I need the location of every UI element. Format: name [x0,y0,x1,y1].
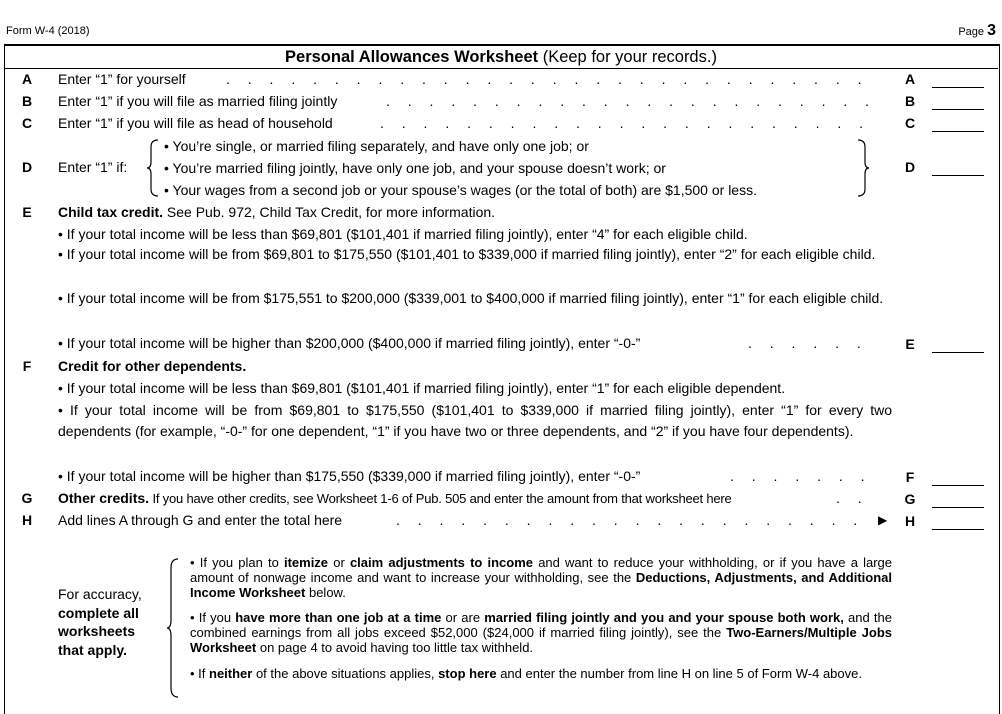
leader-dots: . . . . . . . . . [748,335,878,351]
leader-dots: . . . . . . . . . . . . . . . . . . . . … [226,71,876,87]
line-f-entry[interactable] [932,471,984,486]
line-b-letter: B [21,93,33,109]
line-g-text: If you have other credits, see Worksheet… [149,491,732,506]
line-d-option-3: • Your wages from a second job or your s… [164,182,757,198]
line-c-letter: C [21,115,33,131]
accuracy-bullet-1: • If you plan to itemize or claim adjust… [190,555,893,600]
line-d-option-1: • You’re single, or married filing separ… [164,138,589,154]
line-a-entry[interactable] [932,73,984,88]
line-f-bullet-2: • If your total income will be from $69,… [58,402,892,439]
line-d-option-2: • You’re married filing jointly, have on… [164,160,666,176]
accuracy-label-line-1: For accuracy, [58,586,142,602]
arrow-icon: ▶ [878,513,888,527]
worksheet-title-note: (Keep for your records.) [538,48,717,66]
line-e-bullet-1: • If your total income will be less than… [58,226,748,242]
leader-dots: . . . . . . . . . . . . . . . . . . . . … [380,115,876,131]
line-f-heading: Credit for other dependents. [58,358,247,374]
line-a-text: Enter “1” for yourself [58,71,186,87]
line-g-letter: G [21,490,33,506]
accuracy-label-line-2: complete all [58,604,139,621]
line-e-heading-row: Child tax credit. See Pub. 972, Child Ta… [58,202,495,222]
accuracy-bullet-2: • If you have more than one job at a tim… [190,610,892,655]
accuracy-brace-icon [166,558,179,698]
line-b-text: Enter “1” if you will file as married fi… [58,93,338,109]
line-e-intro: See Pub. 972, Child Tax Credit, for more… [163,204,496,220]
line-c-entry[interactable] [932,117,984,132]
line-d-text: Enter “1” if: [58,159,128,175]
line-g-box-letter: G [904,491,916,507]
line-b-entry[interactable] [932,95,984,110]
line-f-letter: F [22,358,32,374]
line-d-letter: D [21,159,33,175]
line-e-heading: Child tax credit. [58,204,164,220]
line-c-box-letter: C [904,115,916,131]
accuracy-label-line-4: that apply. [58,641,127,658]
page-label: Page [958,26,985,38]
worksheet-title-bold: Personal Allowances Worksheet [285,48,539,66]
line-g-entry[interactable] [932,493,984,508]
leader-dots: . . [836,490,869,506]
page-number-value: 3 [987,22,996,39]
accuracy-bullet-3: • If neither of the above situations app… [190,666,862,681]
line-a-letter: A [21,71,33,87]
line-e-letter: E [22,204,32,220]
line-f-bullet-1: • If your total income will be less than… [58,380,786,396]
line-h-box-letter: H [904,513,916,529]
accuracy-label: For accuracy, complete all worksheets th… [58,585,142,659]
page-number: Page 3 [958,22,996,40]
leader-dots: . . . . . . . . . . . . . . . . . . . . … [396,512,876,528]
line-f-bullet-3: • If your total income will be higher th… [58,468,641,484]
line-g-heading: Other credits. [58,490,150,506]
line-h-text: Add lines A through G and enter the tota… [58,512,343,528]
left-brace-icon [146,139,159,197]
worksheet-title: Personal Allowances Worksheet (Keep for … [4,46,998,69]
form-id: Form W-4 (2018) [6,25,90,37]
line-f-box-letter: F [905,469,915,485]
right-brace-icon [857,139,870,197]
line-d-entry[interactable] [932,161,984,176]
line-a-box-letter: A [904,71,916,87]
accuracy-label-line-3: worksheets [58,623,136,639]
line-g-text-row: Other credits. If you have other credits… [58,488,732,509]
line-b-box-letter: B [904,93,916,109]
line-c-text: Enter “1” if you will file as head of ho… [58,115,333,131]
line-e-entry[interactable] [932,338,984,353]
line-e-bullet-3: • If your total income will be from $175… [58,290,884,306]
leader-dots: . . . . . . . . . . [730,468,878,484]
line-d-box-letter: D [904,159,916,175]
line-e-bullet-4: • If your total income will be higher th… [58,335,641,351]
line-e-box-letter: E [905,336,915,352]
line-e-bullet-2: • If your total income will be from $69,… [58,246,876,262]
line-h-letter: H [21,512,33,528]
line-h-entry[interactable] [932,515,984,530]
leader-dots: . . . . . . . . . . . . . . . . . . . . … [386,93,876,109]
